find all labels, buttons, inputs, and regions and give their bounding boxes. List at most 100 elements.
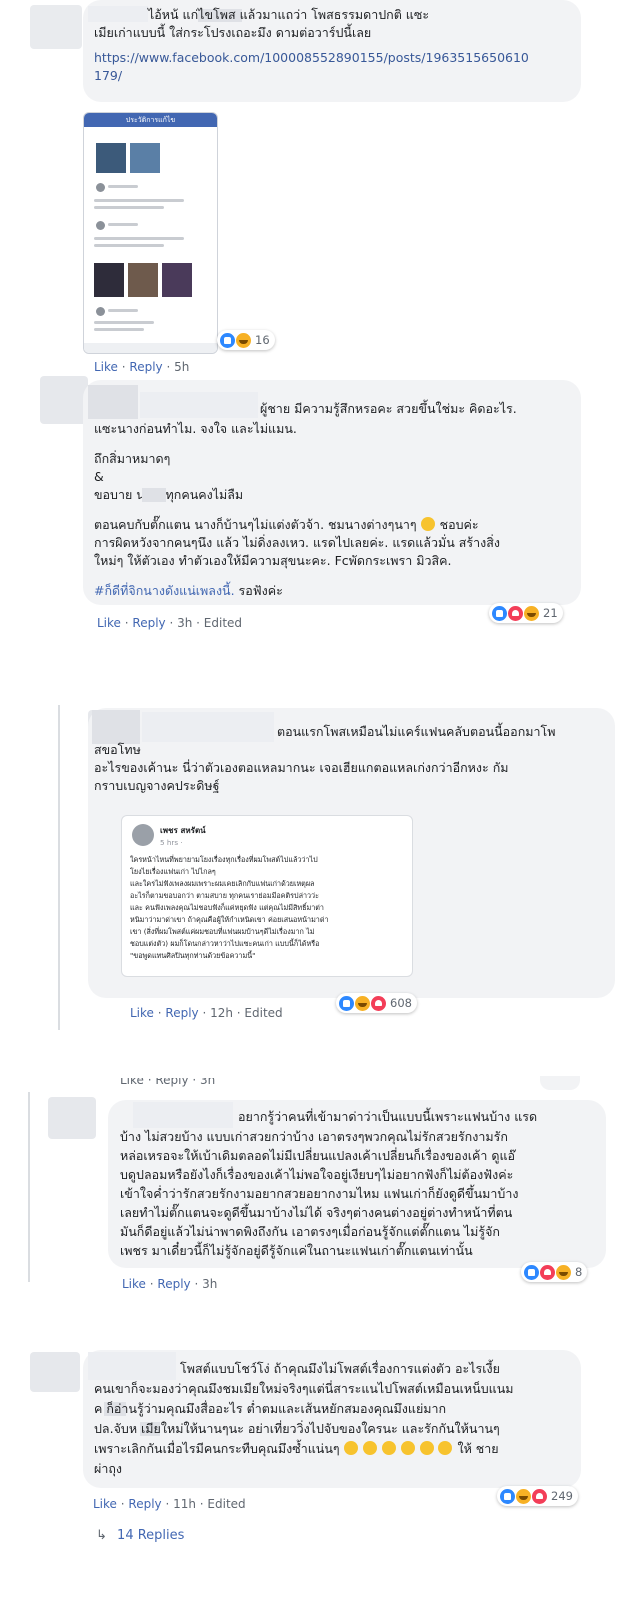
timestamp[interactable]: 11h <box>173 1497 196 1511</box>
comment-text-line: อะไรของเค้านะ นี่ว่าตัวเองตอแหลมากนะ เจอ… <box>94 760 509 775</box>
edited-label[interactable]: Edited <box>244 1006 282 1020</box>
comment-text-line: ปล.จับห เมียใหม่ให้นานๆนะ อย่าเที่ยววิ่ง… <box>94 1421 500 1436</box>
blurred-name <box>88 1352 176 1380</box>
love-reaction-icon <box>508 605 523 621</box>
blurred-name <box>88 385 138 419</box>
timestamp[interactable]: 3h <box>202 1277 217 1291</box>
reply-button[interactable]: Reply <box>128 1497 161 1511</box>
haha-reaction-icon <box>524 605 539 621</box>
like-button[interactable]: Like <box>122 1277 146 1291</box>
comment-text: รอฟังค่ะ <box>234 583 283 598</box>
comment-text-line: ไอ้หน้ แก่ไขโพส แล้วมาแถว่า โพสธรรมดาปกต… <box>148 7 430 22</box>
comment-text-line: เข้าใจค่ำว่ารักสวยรักงามอยากสวยอยากงามไห… <box>120 1186 519 1201</box>
screenshot-avatar <box>96 307 105 316</box>
like-button[interactable]: Like <box>130 1006 154 1020</box>
thread-line <box>28 1092 30 1282</box>
reply-button[interactable]: Reply <box>157 1277 190 1291</box>
love-reaction-icon <box>371 995 386 1011</box>
screenshot-text <box>94 206 164 209</box>
reactions-badge[interactable]: 16 <box>217 330 275 350</box>
screenshot-text <box>94 199 184 202</box>
card-text-line: เขา (สิ่งที่ผมโพสต์แค่ผมชอบที่แฟนผมบ้านๆ… <box>130 927 315 936</box>
reaction-count: 8 <box>575 1265 583 1279</box>
reactions-badge[interactable]: 21 <box>489 603 563 623</box>
reactions-badge[interactable]: 8 <box>521 1262 588 1282</box>
love-reaction-icon <box>540 1264 555 1280</box>
screenshot-avatar <box>96 221 105 230</box>
card-text-line: ชอบแต่งตัว) ผมก็โดนกล่าวหาว่าไปแซะคนเก่า… <box>130 939 320 948</box>
comment-text-line: ค ก็อ่านรู้ว่ามคุณมึงสื่ออะไร ต่ำตมและเส… <box>94 1401 447 1416</box>
love-reaction-icon <box>532 1488 547 1504</box>
attached-screenshot[interactable]: ประวัติการแก้ไข <box>83 112 218 354</box>
screenshot-toolbar <box>84 343 217 353</box>
clap-emoji-icon <box>419 1441 434 1455</box>
avatar[interactable] <box>40 376 88 424</box>
screenshot-title: ประวัติการแก้ไข <box>84 113 217 127</box>
comment-text-line: หล่อเหรอจะให้เบ้าเดิมตลอดไม่มีเปลี่ยนแปล… <box>120 1148 516 1163</box>
comment-text-line: เพชร มาเดี๋ยวนี้ก็ไม่รู้จักอยู่ดีรู้จักแ… <box>120 1243 473 1258</box>
like-reaction-icon <box>524 1264 539 1280</box>
clap-emoji-icon <box>381 1441 396 1455</box>
comment-text-line: แซะนางก่อนทำไม. จงใจ และไม่แมน. <box>94 421 297 436</box>
comment-actions: Like · Reply · 12h · Edited <box>130 1006 283 1020</box>
card-text-line: และ คนฟังเพลงคุณไม่ชอบฟังก็แค่หยุดฟัง แต… <box>130 903 324 912</box>
card-author-name[interactable]: เพชร สหรัตน์ <box>160 825 206 836</box>
comment-text-line: #ก็ดีที่จิกนางดังแน่เพลงนี้. รอฟังค่ะ <box>94 582 283 600</box>
shared-post-card[interactable]: เพชร สหรัตน์ 5 hrs · ใครหน้าไหนที่พยายาม… <box>121 815 413 977</box>
edited-label[interactable]: Edited <box>207 1497 245 1511</box>
comment-text: ตอนคบกับตั๊กแตน นางก็บ้านๆไม่แต่งตัวจ้า.… <box>94 517 417 532</box>
comment-actions: Like · Reply · 3h <box>122 1277 218 1291</box>
post-link[interactable]: https://www.facebook.com/100008552890155… <box>94 49 529 67</box>
like-reaction-icon <box>339 995 354 1011</box>
timestamp[interactable]: 3h <box>177 616 192 630</box>
like-button[interactable]: Like <box>93 1497 117 1511</box>
avatar[interactable] <box>48 1097 96 1139</box>
edited-label[interactable]: Edited <box>204 616 242 630</box>
like-button[interactable]: Like <box>97 616 121 630</box>
reply-button[interactable]: Reply <box>129 360 162 374</box>
comment-actions: Like · Reply · 3h · Edited <box>97 616 243 630</box>
blurred-name <box>142 712 274 742</box>
avatar[interactable] <box>30 5 82 49</box>
haha-reaction-icon <box>236 332 251 348</box>
comment-text-line: คนเขาก็จะมองว่าคุณมึงชมเมียใหม่จริงๆแต่น… <box>94 1381 514 1396</box>
cropped-actions-text: Like · Reply · 3h <box>120 1078 216 1087</box>
comment-text-line: ตอนคบกับตั๊กแตน นางก็บ้านๆไม่แต่งตัวจ้า.… <box>94 516 479 534</box>
reaction-count: 21 <box>543 606 558 620</box>
screenshot-photo <box>96 143 126 173</box>
comment-text-line: ผู้ชาย มีความรู้สึกหรอคะ สวยขึ้นใช่มะ คิ… <box>260 401 517 416</box>
reactions-badge[interactable]: 249 <box>497 1486 578 1506</box>
reactions-badge[interactable]: 608 <box>336 993 417 1013</box>
reaction-count: 16 <box>255 333 270 347</box>
hashtag-link[interactable]: #ก็ดีที่จิกนางดังแน่เพลงนี้. <box>94 583 235 598</box>
clap-emoji-icon <box>362 1441 377 1455</box>
reply-button[interactable]: Reply <box>132 616 165 630</box>
haha-reaction-icon <box>556 1264 571 1280</box>
like-reaction-icon <box>500 1488 515 1504</box>
timestamp[interactable]: 12h <box>210 1006 233 1020</box>
blurred-name <box>88 6 148 22</box>
comment-text-line: เพราะเลิกกันเมื่อไรมีคนกระทืบคุณมึงซ้ำแน… <box>94 1440 499 1458</box>
screenshot-photo <box>130 143 160 173</box>
like-button[interactable]: Like <box>94 360 118 374</box>
comment-text-line: ตอนแรกโพสเหมือนไม่แคร์แฟนคลับตอนนี้ออกมา… <box>277 724 556 739</box>
card-text-line: "ขอพูดแทนศิลปินทุกท่านด้วยข้อความนี้" <box>130 951 256 960</box>
blurred-word <box>142 488 166 502</box>
comment-actions: Like · Reply · 11h · Edited <box>93 1497 246 1511</box>
comment-text-line: ขอบาย นน. /ทุกคนคงไม่ลืม <box>94 487 244 502</box>
view-replies-link[interactable]: ↳ 14 Replies <box>96 1528 184 1543</box>
screenshot-text <box>94 237 184 240</box>
comment-text-line: มันก็ดีอยู่แล้วไม่น่าพาดพิงถึงกัน เอาตรง… <box>120 1224 500 1239</box>
timestamp[interactable]: 5h <box>174 360 189 374</box>
screenshot-text <box>94 328 144 331</box>
reaction-count: 608 <box>390 996 412 1010</box>
reply-button[interactable]: Reply <box>165 1006 198 1020</box>
avatar[interactable] <box>30 1352 80 1392</box>
like-reaction-icon <box>220 332 235 348</box>
cropped-bubble <box>540 1076 580 1090</box>
screenshot-photo <box>94 263 124 297</box>
post-link-cont[interactable]: 179/ <box>94 67 122 85</box>
comment-text-line: บ้าง ไม่สวยบ้าง แบบเก่าสวยกว่าบ้าง เอาตร… <box>120 1129 508 1144</box>
screenshot-text <box>94 321 154 324</box>
card-text-line: โยงไยเรื่องแฟนเก่า ไปไกลๆ <box>130 867 216 876</box>
